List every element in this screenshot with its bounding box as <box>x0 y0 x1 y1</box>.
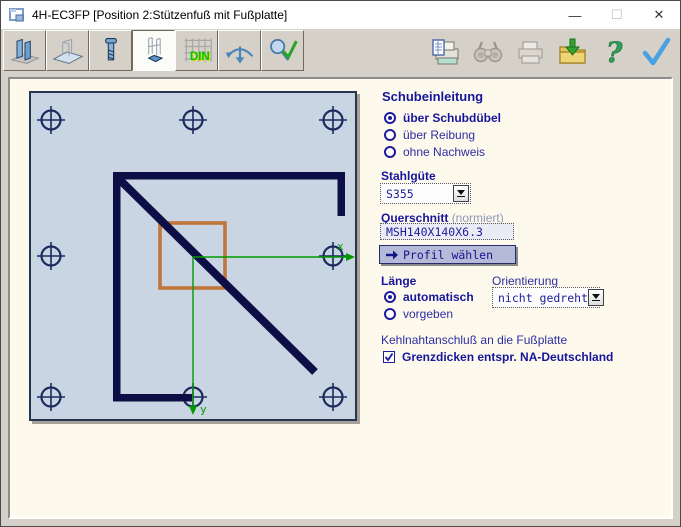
steel-grade-select[interactable]: S355 <box>380 183 471 204</box>
baseplate-tool-button[interactable] <box>46 30 89 71</box>
shear-heading: Schubeinleitung <box>382 89 483 104</box>
anchor-bolt-icon <box>95 34 127 68</box>
close-button[interactable]: ✕ <box>638 1 680 29</box>
profile-tool-button[interactable] <box>3 30 46 71</box>
din-label: DIN <box>189 50 209 62</box>
loads-tool-button[interactable] <box>218 30 261 71</box>
limit-thickness-checkbox-row[interactable]: Grenzdicken entspr. NA-Deutschland <box>383 350 613 364</box>
ok-check-icon[interactable] <box>640 35 672 69</box>
column-base-tool-button[interactable] <box>132 30 175 71</box>
arrow-right-icon <box>386 250 398 260</box>
orientation-select[interactable]: nicht gedreht <box>492 287 600 308</box>
radio-icon[interactable] <box>384 129 396 141</box>
shear-option-none[interactable]: ohne Nachweis <box>384 145 485 159</box>
radio-icon[interactable] <box>384 291 396 303</box>
chevron-down-icon[interactable] <box>588 289 604 306</box>
checkbox-checked-icon[interactable] <box>383 351 395 363</box>
fillet-weld-label: Kehlnahtanschluß an die Fußplatte <box>381 333 567 347</box>
shear-option-friction[interactable]: über Reibung <box>384 128 475 142</box>
shear-option-dowel[interactable]: über Schubdübel <box>384 111 501 125</box>
chevron-down-icon[interactable] <box>453 185 469 202</box>
choose-profile-button[interactable]: Profil wählen <box>379 245 516 264</box>
titlebar: 4H-EC3FP [Position 2:Stützenfuß mit Fußp… <box>1 1 680 29</box>
print-icon[interactable] <box>514 35 546 69</box>
toolbar: DIN DIN <box>1 29 680 74</box>
loads-arrow-icon <box>224 34 256 68</box>
maximize-button[interactable]: ☐ <box>596 1 638 29</box>
length-label: Länge <box>381 274 416 288</box>
radio-icon[interactable] <box>384 112 396 124</box>
window-title: 4H-EC3FP [Position 2:Stützenfuß mit Fußp… <box>32 8 287 22</box>
help-icon[interactable]: ? <box>598 35 630 69</box>
search-binoculars-icon[interactable] <box>472 35 504 69</box>
svg-text:?: ? <box>606 36 623 69</box>
settings-form: Schubeinleitung über Schubdübel über Rei… <box>10 79 671 517</box>
anchor-tool-button[interactable] <box>89 30 132 71</box>
radio-icon[interactable] <box>384 308 396 320</box>
length-option-auto[interactable]: automatisch <box>384 290 474 304</box>
check-tool-button[interactable] <box>261 30 304 71</box>
column-base-icon <box>138 34 170 68</box>
din-grid-icon: DIN DIN <box>181 34 213 68</box>
steel-grade-label: Stahlgüte <box>381 169 436 183</box>
cross-section-field[interactable]: MSH140X140X6.3 <box>380 223 514 240</box>
base-plate-icon <box>52 34 84 68</box>
save-folder-icon[interactable] <box>556 35 588 69</box>
magnifier-check-icon <box>267 34 299 68</box>
radio-icon[interactable] <box>384 146 396 158</box>
app-icon <box>8 6 26 24</box>
content-area: x y Schubeinleitung über Schubdübel über… <box>1 74 680 526</box>
length-option-given[interactable]: vorgeben <box>384 307 453 321</box>
minimize-button[interactable]: — <box>554 1 596 29</box>
orientation-label: Orientierung <box>492 274 558 288</box>
din-tool-button[interactable]: DIN DIN <box>175 30 218 71</box>
steel-profile-icon <box>9 34 41 68</box>
app-window: 4H-EC3FP [Position 2:Stützenfuß mit Fußp… <box>0 0 681 527</box>
print-preview-icon[interactable] <box>430 35 462 69</box>
main-panel: x y Schubeinleitung über Schubdübel über… <box>8 77 673 519</box>
